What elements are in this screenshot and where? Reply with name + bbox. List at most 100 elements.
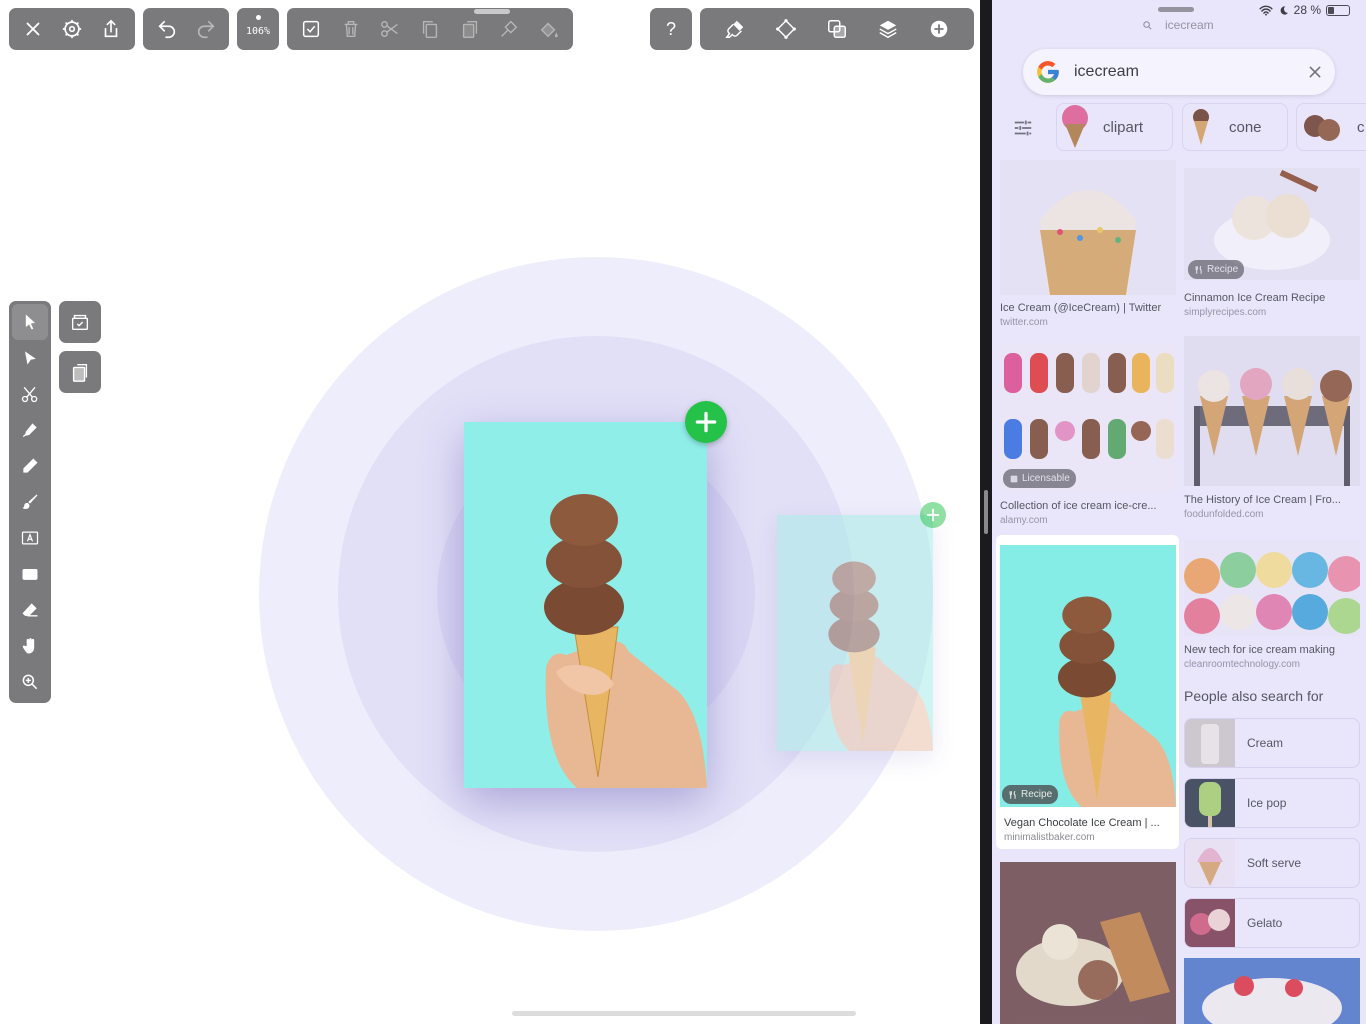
result-image <box>1000 160 1176 295</box>
paste-document-button[interactable] <box>59 351 101 393</box>
copy-button[interactable] <box>410 8 450 50</box>
delete-button[interactable] <box>331 8 371 50</box>
utensils-icon <box>1009 790 1016 799</box>
dragged-image[interactable] <box>464 422 707 788</box>
chocolate-thumbnail <box>1297 104 1347 150</box>
eraser-tool[interactable] <box>12 592 48 628</box>
file-toolbar <box>9 8 135 50</box>
help-button[interactable]: ? <box>650 8 692 50</box>
redo-button[interactable] <box>186 8 225 50</box>
result-source: cleanroomtechnology.com <box>1184 659 1300 670</box>
zoom-tool[interactable] <box>12 664 48 700</box>
result-card[interactable]: Recipe Cinnamon Ice Cream Recipe simplyr… <box>1184 168 1360 320</box>
related-label: Gelato <box>1247 916 1283 930</box>
related-search-gelato[interactable]: Gelato <box>1184 898 1360 948</box>
result-image <box>1184 540 1360 636</box>
result-card[interactable]: New tech for ice cream making cleanroomt… <box>1184 540 1360 672</box>
chip-cone[interactable]: cone <box>1182 103 1288 151</box>
google-logo-icon <box>1037 61 1059 83</box>
share-button[interactable] <box>92 8 131 50</box>
paste-doc-icon <box>72 363 88 382</box>
related-label: Cream <box>1247 736 1284 750</box>
result-image <box>1184 958 1360 1024</box>
select-all-button[interactable] <box>291 8 331 50</box>
license-icon <box>1010 475 1018 482</box>
archive-button[interactable] <box>59 301 101 343</box>
related-search-soft-serve[interactable]: Soft serve <box>1184 838 1360 888</box>
direct-select-tool[interactable] <box>12 340 48 376</box>
layers-button[interactable] <box>868 8 908 50</box>
transform-button[interactable] <box>766 8 806 50</box>
scissors-tool-icon <box>21 386 38 403</box>
zoom-icon <box>22 674 38 690</box>
result-source: simplyrecipes.com <box>1184 307 1267 318</box>
address-bar[interactable]: icecream <box>1142 18 1214 32</box>
chip-clipart[interactable]: clipart <box>1056 103 1173 151</box>
pen-icon <box>22 423 37 438</box>
people-also-search-heading: People also search for <box>1184 688 1324 704</box>
related-search-cream[interactable]: Cream <box>1184 718 1360 768</box>
chip-more[interactable]: c <box>1296 103 1366 151</box>
hand-tool[interactable] <box>12 628 48 664</box>
arrange-button[interactable] <box>817 8 857 50</box>
adjust-button[interactable] <box>490 8 530 50</box>
result-card[interactable] <box>1000 862 1176 1024</box>
selection-tool[interactable] <box>12 304 48 340</box>
brush-tool[interactable] <box>12 484 48 520</box>
archive-icon <box>71 314 89 331</box>
zoom-level-button[interactable]: 106% <box>237 8 279 50</box>
chip-label: c <box>1357 118 1365 136</box>
google-search-box[interactable]: icecream <box>1023 49 1335 95</box>
cone-thumbnail <box>1183 104 1219 150</box>
scissors-tool[interactable] <box>12 376 48 412</box>
result-title: Ice Cream (@IceCream) | Twitter <box>1000 302 1162 314</box>
brush-settings-icon <box>725 20 744 38</box>
multitask-handle[interactable] <box>1158 7 1194 12</box>
related-thumbnail <box>1185 839 1235 887</box>
utensils-icon <box>1195 265 1202 274</box>
chip-label: clipart <box>1103 118 1144 136</box>
result-card[interactable] <box>1184 958 1360 1024</box>
close-button[interactable] <box>13 8 52 50</box>
search-tools-button[interactable] <box>1008 113 1038 143</box>
adjust-icon <box>501 20 518 37</box>
close-icon <box>1309 66 1321 78</box>
select-all-icon <box>302 20 319 38</box>
recipe-badge: Recipe <box>1002 785 1059 804</box>
clipart-thumbnail <box>1057 104 1093 150</box>
tune-icon <box>1014 120 1032 136</box>
home-indicator[interactable] <box>512 1011 856 1016</box>
result-card[interactable]: Licensable Collection of ice cream ice-c… <box>1000 345 1176 529</box>
wifi-icon <box>1259 5 1273 16</box>
settings-button[interactable] <box>52 8 91 50</box>
recipe-badge: Recipe <box>1188 260 1245 279</box>
search-query[interactable]: icecream <box>1074 63 1295 81</box>
related-search-ice-pop[interactable]: Ice pop <box>1184 778 1360 828</box>
result-card[interactable]: The History of Ice Cream | Fro... foodun… <box>1184 336 1360 520</box>
split-view-handle[interactable] <box>984 490 988 534</box>
brush-settings-button[interactable] <box>715 8 755 50</box>
shape-tool[interactable] <box>12 556 48 592</box>
pen-tool[interactable] <box>12 412 48 448</box>
pencil-tool[interactable] <box>12 448 48 484</box>
drawing-app: 106% ? <box>0 0 980 1024</box>
drag-handle[interactable] <box>474 9 510 14</box>
brush-icon <box>22 494 38 509</box>
undo-icon <box>157 20 175 39</box>
result-title: Cinnamon Ice Cream Recipe <box>1184 292 1326 304</box>
badge-label: Recipe <box>1207 264 1239 275</box>
add-button[interactable] <box>919 8 959 50</box>
result-card[interactable]: Ice Cream (@IceCream) | Twitter twitter.… <box>1000 160 1176 332</box>
plus-icon <box>926 508 940 522</box>
plus-icon <box>695 411 717 433</box>
result-image <box>1184 336 1360 486</box>
battery-percent: 28 % <box>1293 3 1321 17</box>
hand-icon <box>22 638 35 654</box>
cut-button[interactable] <box>370 8 410 50</box>
selected-result-card[interactable]: Recipe Vegan Chocolate Ice Cream | ... m… <box>996 535 1179 849</box>
fill-button[interactable] <box>529 8 569 50</box>
undo-button[interactable] <box>147 8 186 50</box>
clear-search-button[interactable] <box>1295 64 1335 80</box>
paste-button[interactable] <box>450 8 490 50</box>
text-tool[interactable] <box>12 520 48 556</box>
